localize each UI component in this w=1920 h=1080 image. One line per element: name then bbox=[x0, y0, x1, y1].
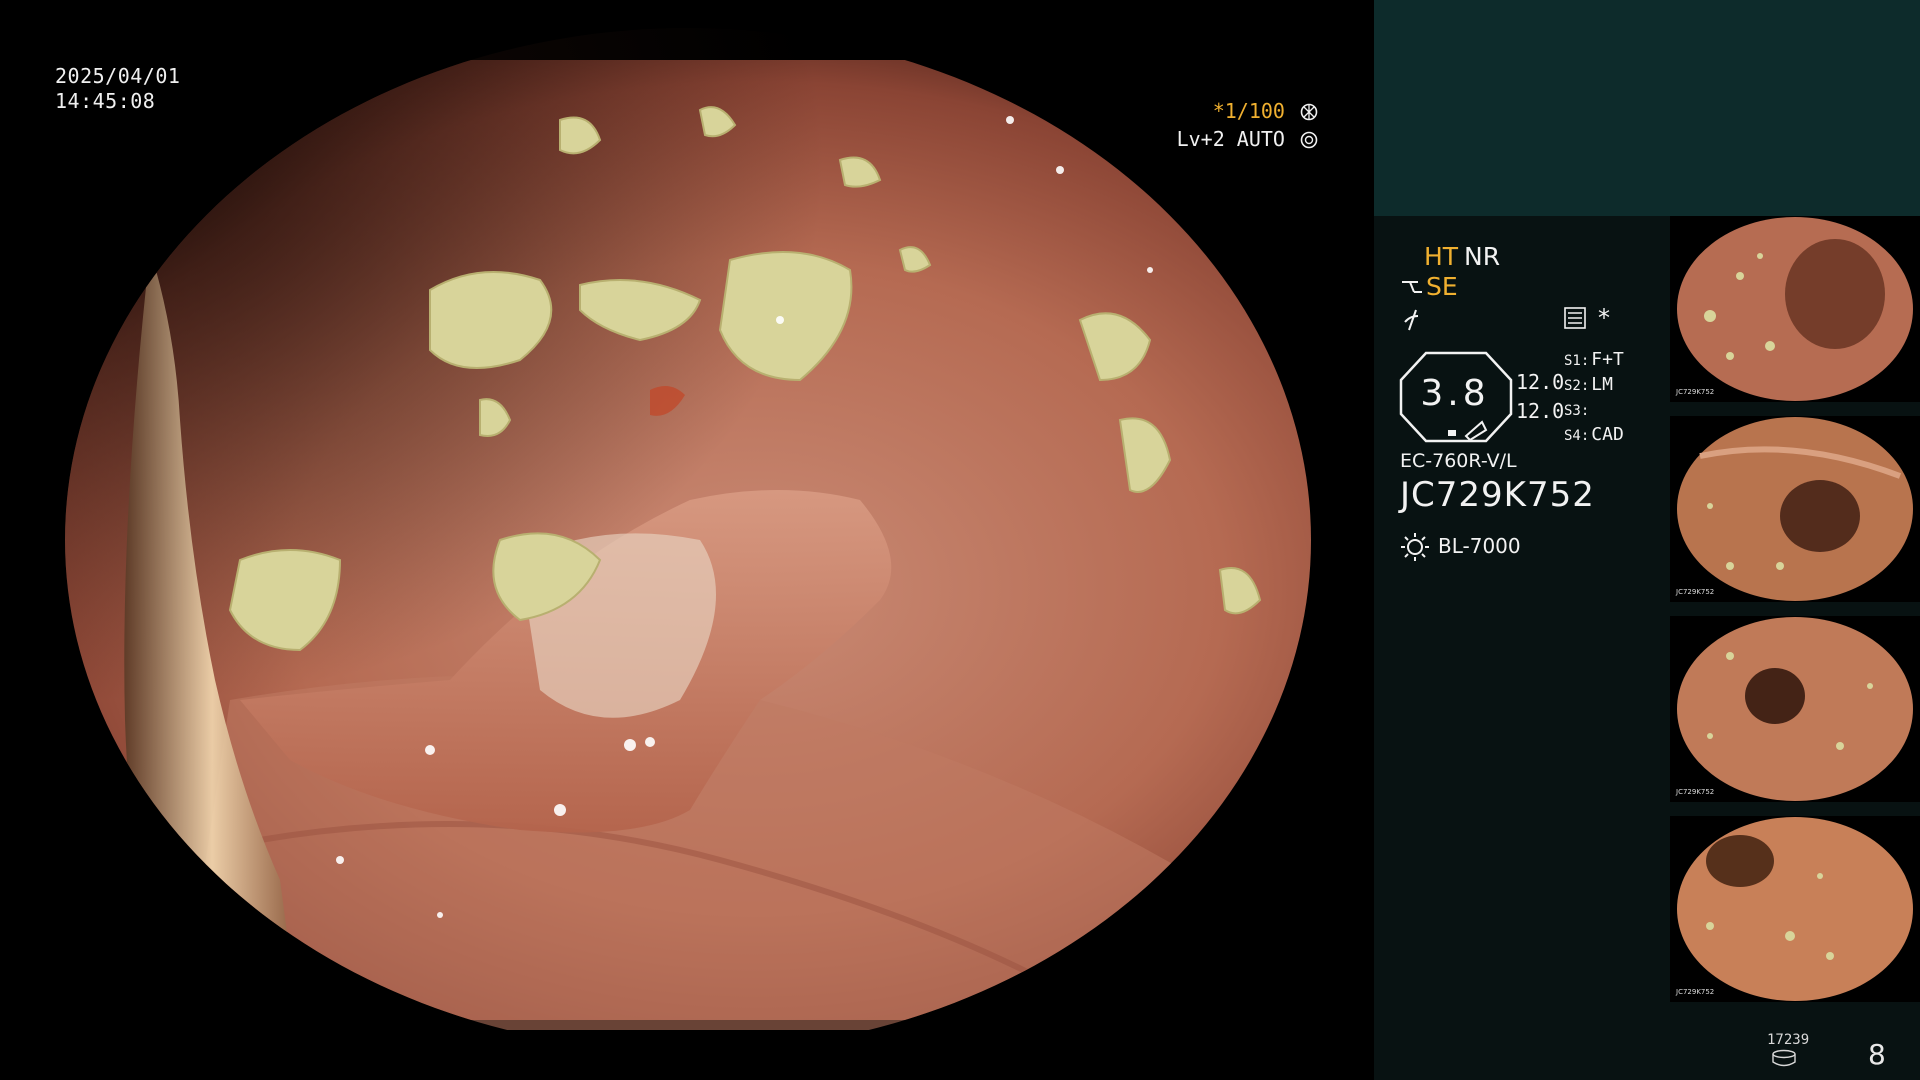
serial-number: JC729K752 bbox=[1400, 475, 1595, 515]
setting-value-2: 12.0 bbox=[1516, 399, 1565, 423]
shutter-speed-label: *1/100 bbox=[1212, 99, 1285, 123]
slot-value: F+T bbox=[1591, 349, 1624, 370]
slot-key: S3: bbox=[1564, 403, 1590, 419]
gauge-value: 3.8 bbox=[1420, 373, 1490, 414]
auto-iris-icon bbox=[1300, 131, 1318, 149]
se-indicator: SE bbox=[1426, 272, 1458, 301]
endoscopic-image bbox=[65, 28, 1311, 1052]
capture-thumbnail[interactable]: JC729K752 bbox=[1670, 816, 1920, 1002]
menu-icon bbox=[1564, 307, 1586, 329]
slot-key: S4: bbox=[1564, 428, 1590, 444]
brightness-level: Lv+2 AUTO bbox=[1177, 127, 1318, 151]
scope-model: EC-760R-V/L bbox=[1400, 450, 1517, 472]
shutter-mode-icon bbox=[1300, 103, 1318, 121]
thumbnail-caption: JC729K752 bbox=[1675, 388, 1714, 396]
slot-row-s2: S2: LM bbox=[1564, 374, 1613, 395]
thumbnail-image: JC729K752 bbox=[1670, 416, 1920, 602]
slot-row-s3: S3: bbox=[1564, 399, 1591, 420]
slot-key: S2: bbox=[1564, 378, 1590, 394]
capture-thumbnail[interactable]: JC729K752 bbox=[1670, 216, 1920, 402]
image-counter: 17239 bbox=[1767, 1032, 1810, 1048]
thumbnail-image: JC729K752 bbox=[1670, 216, 1920, 402]
structure-enhancement-icon bbox=[1402, 281, 1422, 293]
time-text: 14:45:08 bbox=[55, 89, 156, 113]
brightness-level-label: Lv+2 AUTO bbox=[1176, 127, 1285, 151]
slot-row-s4: S4: CAD bbox=[1564, 424, 1624, 445]
color-enhancement-icon bbox=[1404, 309, 1419, 331]
slot-row-s1: S1: F+T bbox=[1564, 349, 1624, 370]
nr-indicator: NR bbox=[1464, 242, 1501, 271]
setting-value-1: 12.0 bbox=[1516, 370, 1565, 394]
thumbnail-image: JC729K752 bbox=[1670, 816, 1920, 1002]
date-text: 2025/04/01 bbox=[55, 64, 181, 88]
light-source-icon bbox=[1401, 533, 1429, 561]
panel-header bbox=[1374, 0, 1920, 216]
star-indicator: * bbox=[1598, 304, 1610, 332]
light-source: BL-7000 bbox=[1438, 534, 1521, 558]
slot-key: S1: bbox=[1564, 353, 1590, 369]
capture-thumbnail[interactable]: JC729K752 bbox=[1670, 416, 1920, 602]
storage-icon bbox=[1772, 1049, 1796, 1067]
thumbnail-caption: JC729K752 bbox=[1675, 988, 1714, 996]
thumbnail-caption: JC729K752 bbox=[1675, 588, 1714, 596]
endoscope-view: 2025/04/01 14:45:08 *1/100 Lv+2 AUTO bbox=[0, 0, 1374, 1080]
slot-value: CAD bbox=[1591, 424, 1624, 445]
thumbnail-image: JC729K752 bbox=[1670, 616, 1920, 802]
ht-indicator: HT bbox=[1424, 242, 1459, 271]
slot-value: LM bbox=[1591, 374, 1613, 395]
shutter-speed: *1/100 bbox=[1213, 99, 1318, 123]
capture-thumbnail[interactable]: JC729K752 bbox=[1670, 616, 1920, 802]
capture-count: 8 bbox=[1868, 1038, 1886, 1071]
thumbnail-caption: JC729K752 bbox=[1675, 788, 1714, 796]
